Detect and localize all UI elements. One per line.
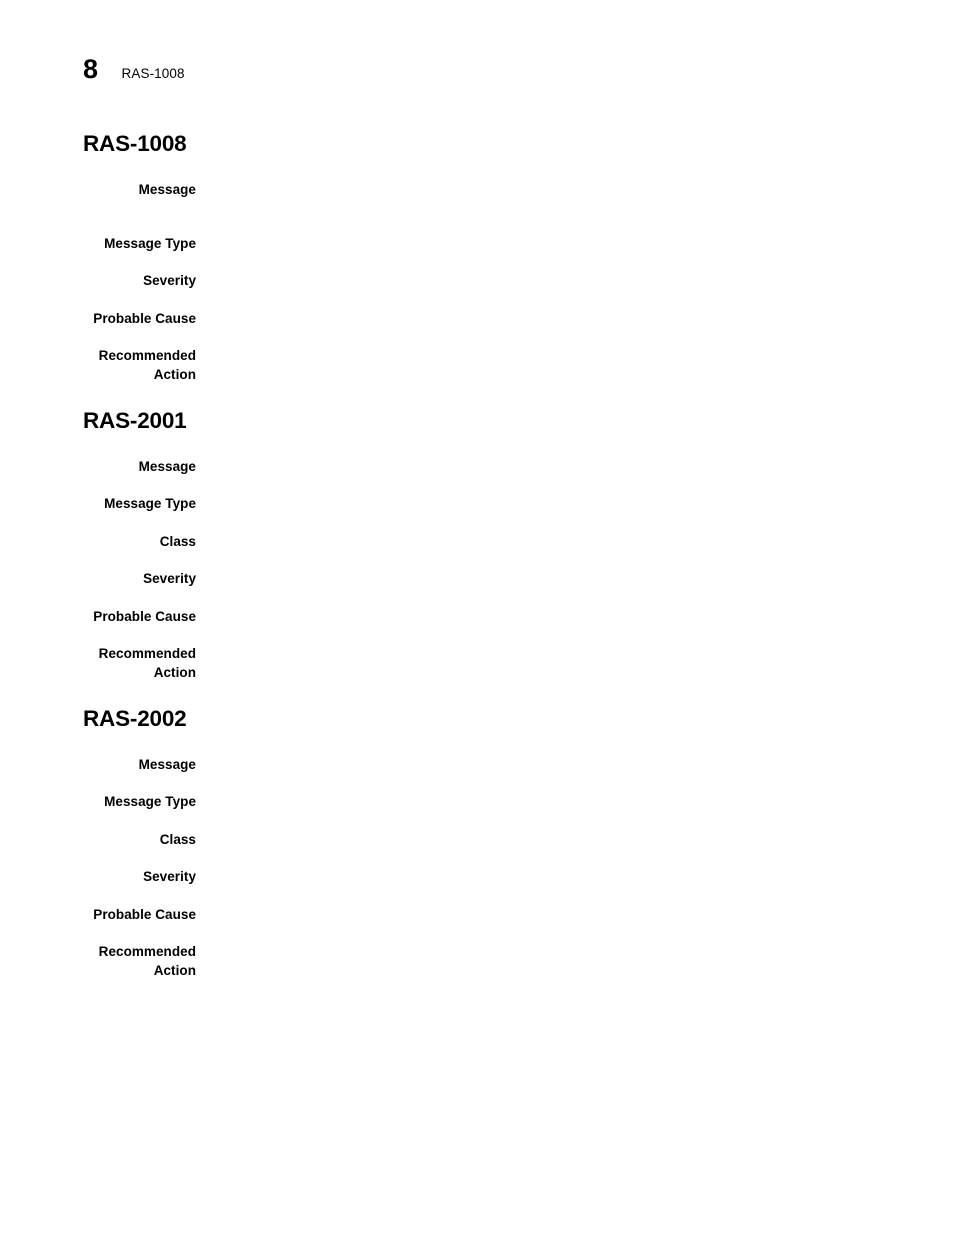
definition-value [196, 905, 954, 924]
definition-row: Message Type [0, 494, 954, 513]
definition-value [196, 271, 954, 290]
definition-value [196, 644, 954, 663]
definition-value [196, 569, 954, 588]
definition-value [196, 180, 954, 199]
definition-value [196, 830, 954, 849]
definition-value [196, 607, 954, 626]
definition-label: Message [138, 757, 196, 772]
definition-value [196, 494, 954, 513]
definition-value [196, 942, 954, 961]
definition-row: Message Type [0, 792, 954, 811]
definition-value [196, 309, 954, 328]
definition-value [196, 346, 954, 365]
definition-label: Class [159, 534, 196, 549]
definition-label: Message [138, 459, 196, 474]
section-heading: RAS-2002 [83, 706, 187, 731]
definition-row: Message [0, 457, 954, 476]
definition-label: Message Type [104, 794, 196, 809]
page-number: 8 [83, 54, 98, 84]
definition-row: Message [0, 180, 954, 199]
definition-row: Recommended Action [0, 346, 954, 384]
definition-label: Severity [143, 273, 196, 288]
definition-row: Recommended Action [0, 644, 954, 682]
definition-row: Class [0, 532, 954, 551]
definition-row: Probable Cause [0, 309, 954, 328]
definition-label: Recommended Action [98, 944, 196, 978]
definition-row: Message [0, 755, 954, 774]
definition-label: Probable Cause [93, 609, 196, 624]
section-heading: RAS-1008 [83, 131, 187, 156]
definition-row: Severity [0, 271, 954, 290]
definition-label: Class [159, 832, 196, 847]
definition-value [196, 532, 954, 551]
definition-value [196, 867, 954, 886]
running-header: 8 RAS-1008 [83, 56, 185, 83]
definition-label: Severity [143, 571, 196, 586]
definition-row: Severity [0, 569, 954, 588]
definition-row: Probable Cause [0, 607, 954, 626]
running-header-title: RAS-1008 [121, 66, 185, 81]
definition-label: Message [138, 182, 196, 197]
definition-value [196, 234, 954, 253]
definition-label: Message Type [104, 496, 196, 511]
definition-label: Message Type [104, 236, 196, 251]
document-page: 8 RAS-1008 RAS-1008 Message Message Type Se… [0, 0, 954, 1235]
definition-row: Class [0, 830, 954, 849]
definition-row: Message Type [0, 234, 954, 253]
definition-label: Probable Cause [93, 907, 196, 922]
definition-label: Recommended Action [98, 348, 196, 382]
definition-row: Severity [0, 867, 954, 886]
definition-label: Severity [143, 869, 196, 884]
definition-row: Recommended Action [0, 942, 954, 980]
section-heading: RAS-2001 [83, 408, 187, 433]
definition-label: Probable Cause [93, 311, 196, 326]
definition-value [196, 755, 954, 774]
definition-value [196, 457, 954, 476]
definition-label: Recommended Action [98, 646, 196, 680]
definition-row: Probable Cause [0, 905, 954, 924]
definition-value [196, 792, 954, 811]
